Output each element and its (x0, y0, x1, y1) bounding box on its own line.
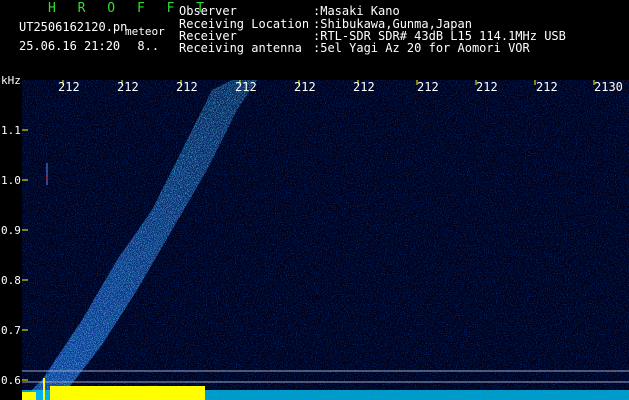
timestamp-extra: 8.. (137, 39, 160, 53)
x-tick-label: 212 (536, 80, 558, 94)
y-tick-label: 0.6 (1, 374, 21, 387)
antenna-label: Receiving antenna (179, 41, 302, 55)
antenna-value: :5el Yagi Az 20 for Aomori VOR (313, 41, 530, 55)
x-tick-label: 212 (58, 80, 80, 94)
observer-label: Observer (179, 4, 237, 18)
timestamp: 25.06.16 21:20 8.. (19, 39, 159, 53)
baseline-yellow-left (22, 392, 36, 400)
baseline-yellow-band (50, 386, 205, 400)
header-panel: H R O F F T UT2506162120.pn meteor 25.06… (0, 0, 629, 80)
x-tick-label: 212 (353, 80, 375, 94)
y-axis-unit: kHz (1, 74, 21, 87)
file-name: UT2506162120.pn (19, 20, 128, 34)
x-tick-label: 212 (476, 80, 498, 94)
spectrogram (22, 80, 629, 400)
event-tag: meteor (125, 25, 165, 38)
x-tick-label: 212 (417, 80, 439, 94)
observer-value: :Masaki Kano (313, 4, 400, 18)
y-tick-label: 0.7 (1, 324, 21, 337)
y-tick-label: 1.0 (1, 174, 21, 187)
y-tick-label: 1.1 (1, 124, 21, 137)
y-tick-label: 0.9 (1, 224, 21, 237)
x-tick-label: 212 (176, 80, 198, 94)
x-tick-label: 212 (294, 80, 316, 94)
timestamp-date: 25.06.16 21:20 (19, 39, 121, 53)
x-tick-label: 212 (235, 80, 257, 94)
x-tick-label: 2130 (594, 80, 623, 94)
y-tick-label: 0.8 (1, 274, 21, 287)
x-tick-label: 212 (117, 80, 139, 94)
noise-floor (22, 80, 629, 400)
